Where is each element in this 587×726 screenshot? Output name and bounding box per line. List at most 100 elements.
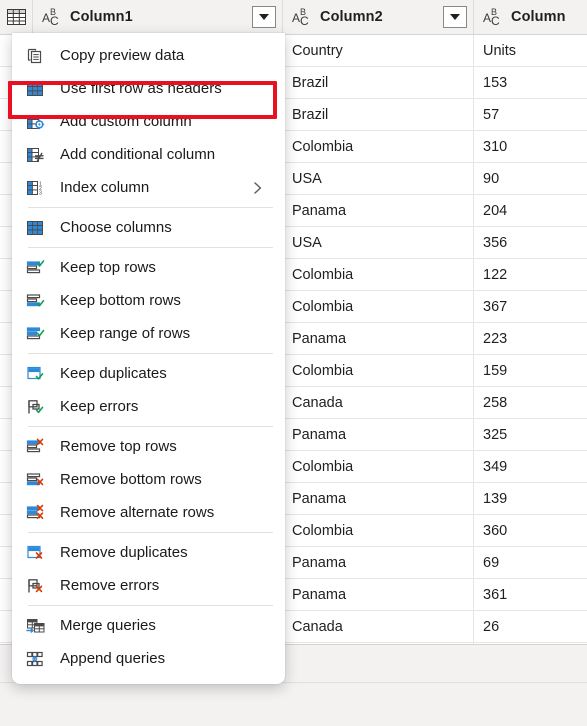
column2-filter-dropdown-button[interactable] [443,6,467,28]
table-cell-column3[interactable]: 139 [474,483,586,514]
add-custom-column-icon [26,111,54,133]
add-conditional-column-icon [26,144,54,166]
keep-bottom-rows-icon [26,290,54,312]
menu-item-choose-columns[interactable]: Choose columns [12,211,285,244]
table-cell-column2[interactable]: Panama [283,579,474,610]
table-cell-column3[interactable]: Units [474,35,586,66]
table-cell-column2[interactable]: Colombia [283,355,474,386]
menu-separator [28,426,273,427]
menu-item-remove-duplicates[interactable]: Remove duplicates [12,536,285,569]
keep-top-rows-icon [26,257,54,279]
index-column-icon: 123 [26,177,54,199]
table-cell-column2[interactable]: Panama [283,547,474,578]
table-cell-column2[interactable]: Colombia [283,451,474,482]
table-cell-column2[interactable]: USA [283,163,474,194]
menu-item-label: Keep top rows [60,259,156,276]
table-cell-column2[interactable]: Brazil [283,99,474,130]
menu-item-keep-duplicates[interactable]: Keep duplicates [12,357,285,390]
menu-item-label: Remove bottom rows [60,471,202,488]
table-cell-column3[interactable]: 26 [474,611,586,642]
column-header-label: Column1 [70,9,133,25]
column-header-column1[interactable]: ABC Column1 [33,0,283,34]
abc-text-type-icon: ABC [292,7,309,28]
column1-filter-dropdown-button[interactable] [252,6,276,28]
table-cell-column3[interactable]: 122 [474,259,586,290]
menu-item-copy-preview-data[interactable]: Copy preview data [12,39,285,72]
table-cell-column2[interactable]: Colombia [283,515,474,546]
table-cell-column2[interactable]: Canada [283,387,474,418]
menu-item-remove-bottom-rows[interactable]: Remove bottom rows [12,463,285,496]
menu-item-use-first-row-as-headers[interactable]: Use first row as headers [12,72,285,105]
menu-item-append-queries[interactable]: Append queries [12,642,285,675]
table-cell-column2[interactable]: Panama [283,483,474,514]
remove-alternate-rows-icon [26,502,54,524]
column-header-label: Column2 [320,9,383,25]
menu-item-label: Keep bottom rows [60,292,181,309]
menu-item-label: Use first row as headers [60,80,222,97]
menu-separator [28,353,273,354]
table-cell-column2[interactable]: USA [283,227,474,258]
keep-range-of-rows-icon [26,323,54,345]
table-cell-column3[interactable]: 356 [474,227,586,258]
table-cell-column3[interactable]: 361 [474,579,586,610]
menu-item-label: Remove errors [60,577,160,594]
table-cell-column3[interactable]: 90 [474,163,586,194]
keep-duplicates-icon [26,363,54,385]
table-cell-column2[interactable]: Brazil [283,67,474,98]
menu-separator [28,247,273,248]
menu-item-label: Append queries [60,650,166,667]
menu-item-add-conditional-column[interactable]: Add conditional column [12,138,285,171]
table-cell-column3[interactable]: 57 [474,99,586,130]
grid-header-row: ABC Column1 ABC Column2 ABC Column [0,0,587,35]
table-context-menu[interactable]: Copy preview data Use first row as header… [12,33,285,684]
menu-item-keep-top-rows[interactable]: Keep top rows [12,251,285,284]
table-cell-column2[interactable]: Colombia [283,131,474,162]
menu-item-label: Keep range of rows [60,325,191,342]
abc-text-type-icon: ABC [42,7,59,28]
menu-item-keep-errors[interactable]: Keep errors [12,390,285,423]
svg-text:3: 3 [39,190,42,196]
table-cell-column2[interactable]: Panama [283,419,474,450]
menu-item-keep-bottom-rows[interactable]: Keep bottom rows [12,284,285,317]
table-cell-column3[interactable]: 310 [474,131,586,162]
choose-columns-icon [26,217,54,239]
table-cell-column3[interactable]: 360 [474,515,586,546]
table-cell-column3[interactable]: 223 [474,323,586,354]
table-cell-column3[interactable]: 258 [474,387,586,418]
menu-item-label: Merge queries [60,617,156,634]
chevron-down-icon [259,14,269,20]
menu-item-add-custom-column[interactable]: Add custom column [12,105,285,138]
menu-item-label: Keep duplicates [60,365,167,382]
table-cell-column2[interactable]: Colombia [283,291,474,322]
menu-item-keep-range-of-rows[interactable]: Keep range of rows [12,317,285,350]
table-cell-column3[interactable]: 367 [474,291,586,322]
table-cell-column3[interactable]: 69 [474,547,586,578]
menu-item-label: Remove top rows [60,438,177,455]
table-cell-column3[interactable]: 349 [474,451,586,482]
menu-item-remove-errors[interactable]: Remove errors [12,569,285,602]
table-cell-column3[interactable]: 204 [474,195,586,226]
menu-item-label: Remove alternate rows [60,504,215,521]
table-cell-column2[interactable]: Colombia [283,259,474,290]
table-cell-column2[interactable]: Panama [283,195,474,226]
table-cell-column2[interactable]: Country [283,35,474,66]
table-cell-column2[interactable]: Canada [283,611,474,642]
menu-item-index-column[interactable]: 1 2 3 Index column [12,171,285,204]
remove-errors-icon [26,575,54,597]
menu-item-label: Keep errors [60,398,139,415]
chevron-down-icon [450,14,460,20]
select-all-corner-cell[interactable] [0,0,33,34]
menu-item-merge-queries[interactable]: Merge queries [12,609,285,642]
table-cell-column3[interactable]: 153 [474,67,586,98]
table-cell-column3[interactable]: 159 [474,355,586,386]
column-header-column3[interactable]: ABC Column [474,0,586,34]
menu-separator [28,207,273,208]
table-cell-column2[interactable]: Panama [283,323,474,354]
menu-item-label: Add conditional column [60,146,216,163]
column-header-label: Column [511,9,566,25]
column-header-column2[interactable]: ABC Column2 [283,0,474,34]
menu-item-remove-alternate-rows[interactable]: Remove alternate rows [12,496,285,529]
table-cell-column3[interactable]: 325 [474,419,586,450]
menu-item-remove-top-rows[interactable]: Remove top rows [12,430,285,463]
use-first-row-headers-icon [26,78,54,100]
